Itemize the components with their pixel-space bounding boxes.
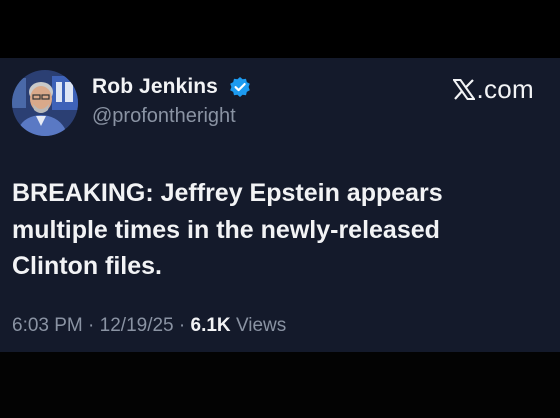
avatar[interactable] <box>12 70 78 136</box>
tweet-card: Rob Jenkins @profontheright .com BREAKIN… <box>0 58 560 352</box>
author-display-name[interactable]: Rob Jenkins <box>92 75 218 99</box>
bottom-margin <box>0 352 560 418</box>
views-count: 6.1K <box>190 315 231 336</box>
tweet-text-line: BREAKING: Jeffrey Epstein appears <box>12 179 443 207</box>
tweet-time[interactable]: 6:03 PM <box>12 315 83 336</box>
meta-separator: · <box>178 315 186 336</box>
tweet-date[interactable]: 12/19/25 <box>100 315 174 336</box>
tweet-text-line: Clinton files. <box>12 252 162 280</box>
verified-badge-icon <box>230 77 250 97</box>
site-label: .com <box>453 74 534 105</box>
avatar-image <box>12 70 78 136</box>
x-logo-icon <box>453 79 476 100</box>
site-domain-text: .com <box>476 74 534 104</box>
author-handle[interactable]: @profontheright <box>92 105 236 128</box>
tweet-text: BREAKING: Jeffrey Epstein appears multip… <box>12 175 542 285</box>
views-label: Views <box>235 315 287 336</box>
tweet-text-line: multiple times in the newly-released <box>12 215 440 244</box>
tweet-metadata: 6:03 PM · 12/19/25 · 6.1K Views <box>12 315 286 337</box>
meta-separator: · <box>88 315 95 336</box>
